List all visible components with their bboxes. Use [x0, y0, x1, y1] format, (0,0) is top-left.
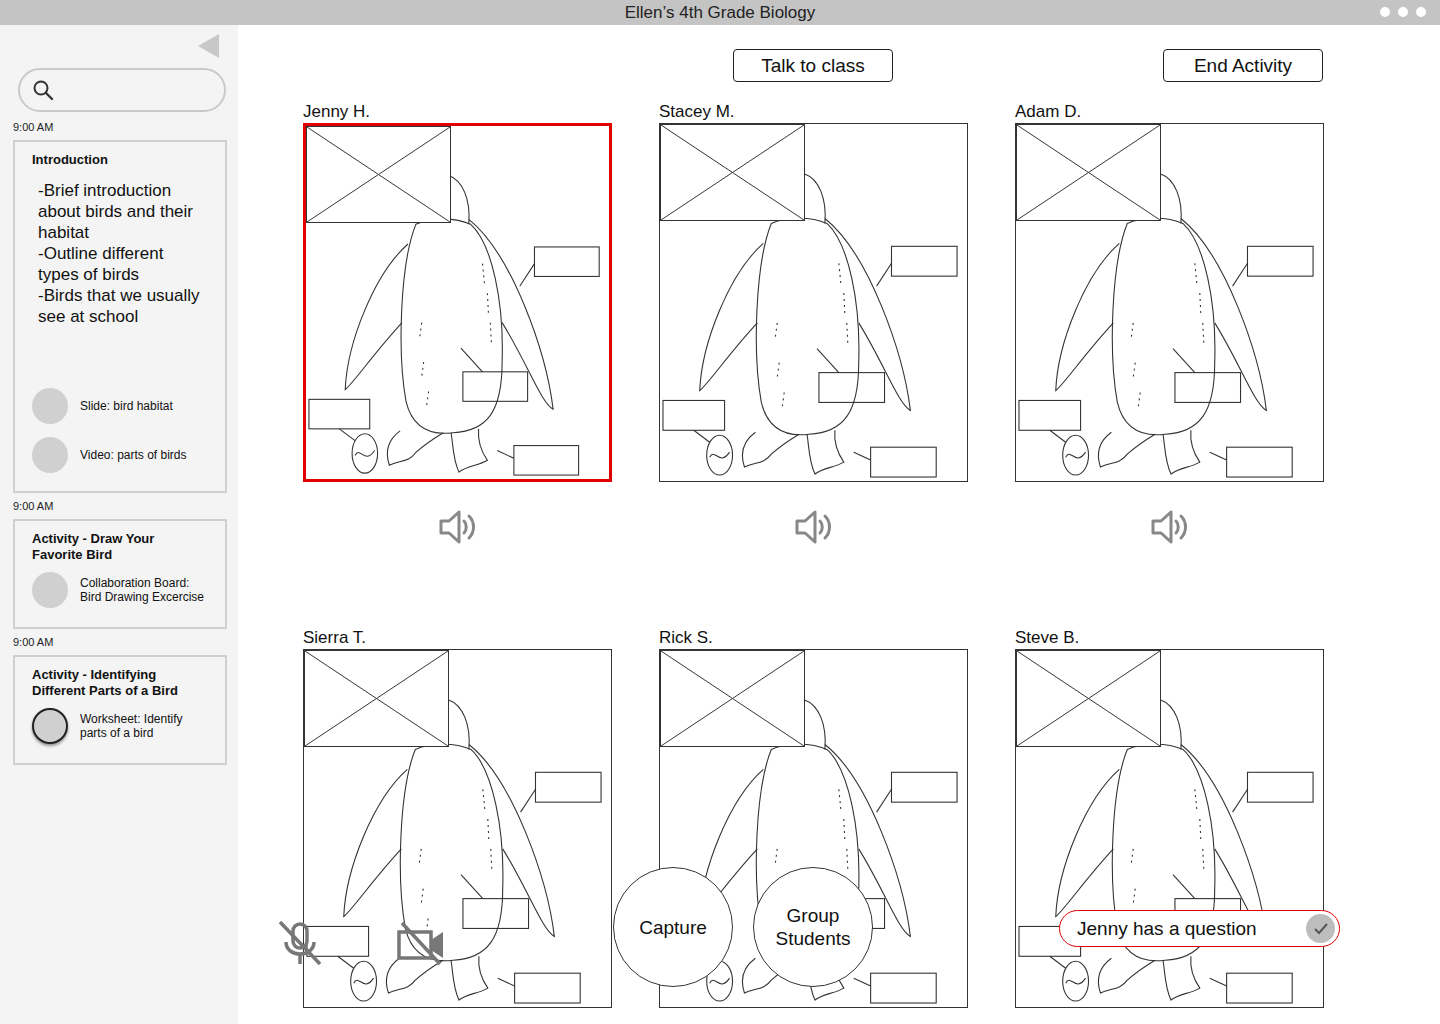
audio-row [659, 1008, 968, 1024]
capture-button[interactable]: Capture [613, 867, 733, 987]
resource-dot [32, 437, 68, 473]
camera-off-icon[interactable] [396, 920, 446, 966]
group-students-button[interactable]: Group Students [753, 867, 873, 987]
resource-item[interactable]: Slide: bird habitat [32, 388, 208, 424]
session-notes: -Brief introduction about birds and thei… [32, 180, 208, 327]
session-title: Activity - Identifying Different Parts o… [32, 667, 208, 699]
student-tile[interactable]: Sierra T. [303, 627, 612, 1024]
resource-item[interactable]: Collaboration Board: Bird Drawing Excerc… [32, 572, 208, 608]
toolbar: Talk to class End Activity [303, 49, 1440, 82]
audio-row [1015, 482, 1324, 627]
toolbar-cell: End Activity [1015, 49, 1324, 82]
speaker-icon[interactable] [793, 506, 835, 548]
audio-row [303, 482, 612, 627]
resource-list: Slide: bird habitat Video: parts of birds [32, 388, 208, 473]
student-work[interactable] [1015, 123, 1324, 482]
session-card[interactable]: Activity - Draw Your Favorite Bird Collab… [13, 519, 227, 629]
question-notification[interactable]: Jenny has a question [1059, 910, 1340, 947]
student-work[interactable] [303, 123, 612, 482]
student-name: Sierra T. [303, 627, 612, 649]
video-placeholder [1016, 650, 1161, 747]
student-tile[interactable]: Adam D. [1015, 101, 1324, 627]
resource-label: Collaboration Board: Bird Drawing Excerc… [80, 576, 208, 604]
video-placeholder [306, 126, 451, 223]
dot-icon [1380, 7, 1390, 17]
resource-list: Worksheet: Identify parts of a bird [32, 708, 208, 744]
title-bar: Ellen’s 4th Grade Biology [0, 0, 1440, 25]
video-placeholder [660, 650, 805, 747]
resource-label: Worksheet: Identify parts of a bird [80, 712, 208, 740]
talk-button[interactable]: Talk to class [733, 49, 893, 82]
resource-label: Slide: bird habitat [80, 399, 173, 413]
session-time: 9:00 AM [13, 500, 238, 513]
audio-row [1015, 1008, 1324, 1024]
student-name: Adam D. [1015, 101, 1324, 123]
collapse-icon[interactable] [197, 33, 221, 59]
search-field[interactable] [18, 68, 226, 112]
speaker-icon[interactable] [1149, 506, 1191, 548]
app-body: 9:00 AM Introduction -Brief introduction a… [0, 25, 1440, 1024]
session-title: Introduction [32, 152, 208, 168]
check-icon[interactable] [1306, 914, 1335, 943]
spacer [32, 327, 208, 348]
speaker-icon[interactable] [437, 506, 479, 548]
audio-row [303, 1008, 612, 1024]
resource-label: Video: parts of birds [80, 448, 187, 462]
student-grid: Jenny H. Stacey M. Adam D. Sierra T. Rick S.… [303, 101, 1440, 1024]
student-tile[interactable]: Jenny H. [303, 101, 612, 627]
student-work[interactable] [1015, 649, 1324, 1008]
session-card[interactable]: Activity - Identifying Different Parts o… [13, 655, 227, 765]
notification-text: Jenny has a question [1077, 917, 1257, 941]
video-placeholder [1016, 124, 1161, 221]
student-work[interactable] [303, 649, 612, 1008]
toolbar-cell: Talk to class [659, 49, 968, 82]
session-time: 9:00 AM [13, 636, 238, 649]
toolbar-spacer [303, 49, 612, 82]
window-menu-icon[interactable] [1380, 7, 1426, 17]
student-name: Jenny H. [303, 101, 612, 123]
dot-icon [1416, 7, 1426, 17]
sidebar: 9:00 AM Introduction -Brief introduction a… [0, 25, 238, 1024]
student-tile[interactable]: Stacey M. [659, 101, 968, 627]
note-line: -Brief introduction about birds and thei… [38, 180, 206, 243]
search-icon [32, 79, 54, 101]
dot-icon [1398, 7, 1408, 17]
resource-dot [32, 388, 68, 424]
student-work[interactable] [659, 123, 968, 482]
mic-off-icon[interactable] [276, 918, 324, 968]
resource-dot [32, 708, 68, 744]
student-name: Steve B. [1015, 627, 1324, 649]
end-activity-button[interactable]: End Activity [1163, 49, 1323, 82]
resource-dot [32, 572, 68, 608]
student-name: Rick S. [659, 627, 968, 649]
resource-item[interactable]: Video: parts of birds [32, 437, 208, 473]
audio-row [659, 482, 968, 627]
note-line: -Birds that we usually see at school [38, 285, 206, 327]
session-title: Activity - Draw Your Favorite Bird [32, 531, 208, 563]
student-tile[interactable]: Steve B. [1015, 627, 1324, 1024]
student-name: Stacey M. [659, 101, 968, 123]
resource-item[interactable]: Worksheet: Identify parts of a bird [32, 708, 208, 744]
session-time: 9:00 AM [13, 121, 238, 134]
video-placeholder [304, 650, 449, 747]
note-line: -Outline different types of birds [38, 243, 206, 285]
resource-list: Collaboration Board: Bird Drawing Excerc… [32, 572, 208, 608]
window-title: Ellen’s 4th Grade Biology [625, 2, 816, 24]
video-placeholder [660, 124, 805, 221]
session-card[interactable]: Introduction -Brief introduction about bi… [13, 140, 227, 493]
